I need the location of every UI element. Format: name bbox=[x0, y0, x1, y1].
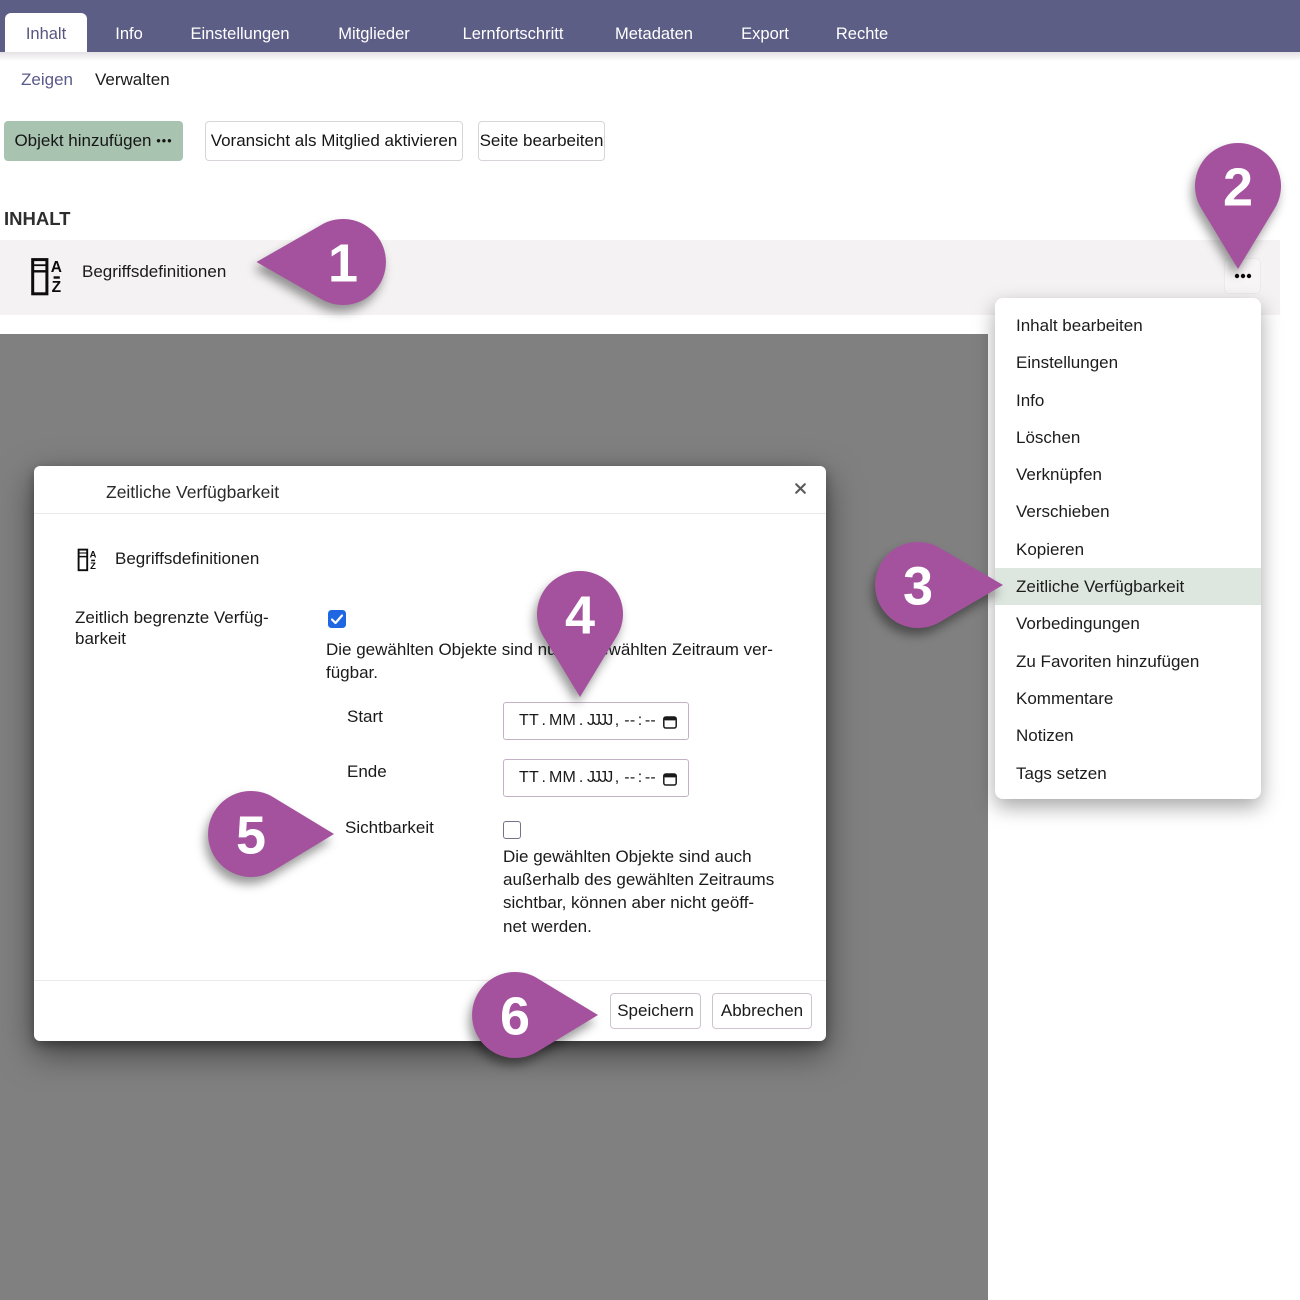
svg-text:6: 6 bbox=[500, 987, 530, 1047]
svg-text:4: 4 bbox=[565, 586, 595, 646]
svg-text:2: 2 bbox=[1223, 158, 1253, 218]
svg-text:Z: Z bbox=[52, 279, 62, 296]
svg-text:A: A bbox=[90, 548, 97, 559]
svg-text:Z: Z bbox=[90, 560, 96, 571]
svg-text:1: 1 bbox=[328, 234, 358, 294]
svg-text:5: 5 bbox=[236, 806, 266, 866]
svg-text:A: A bbox=[51, 259, 62, 276]
svg-text:3: 3 bbox=[903, 557, 933, 617]
